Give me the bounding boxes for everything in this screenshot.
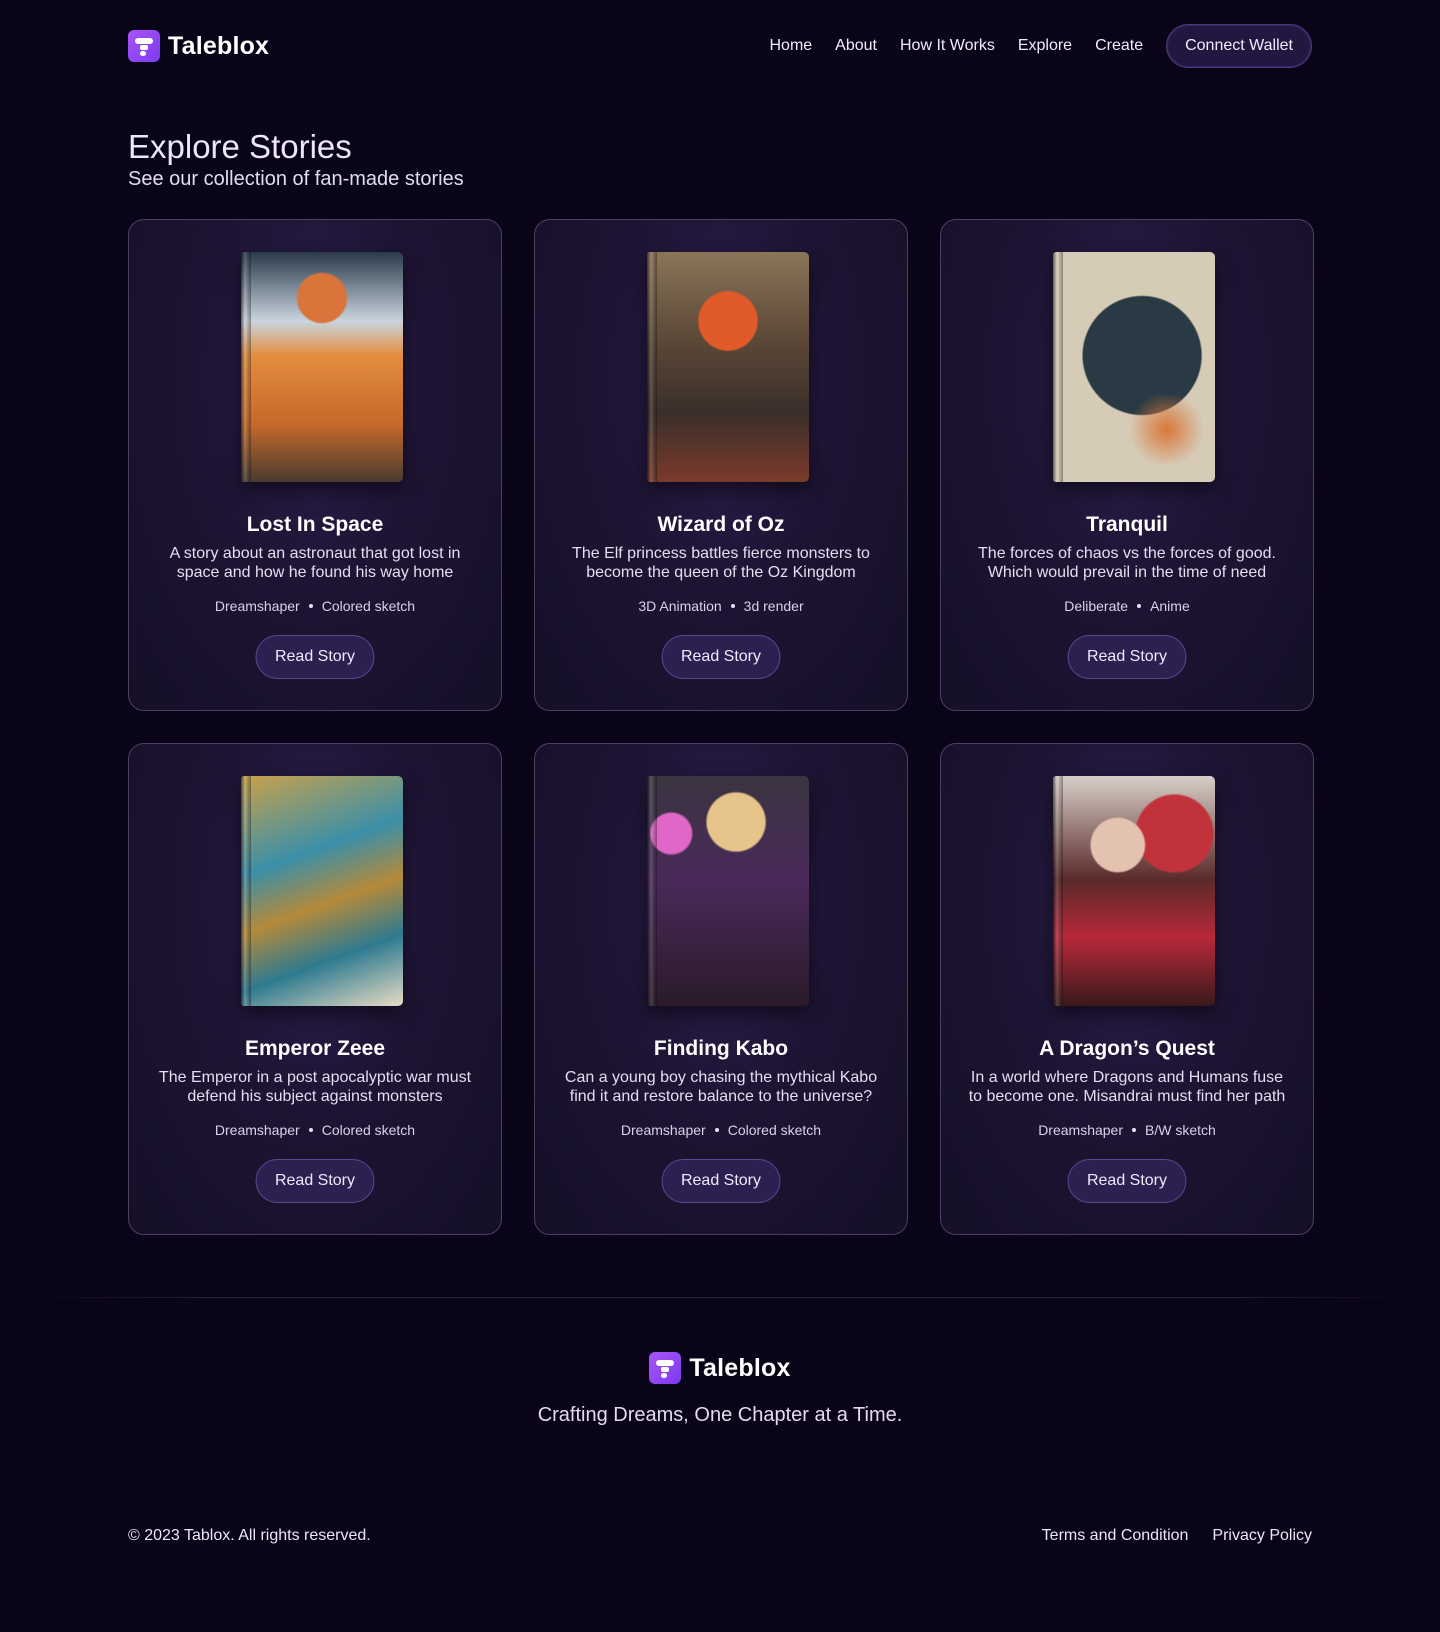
nav-link-create[interactable]: Create [1095,37,1143,55]
nav-link-home[interactable]: Home [769,37,812,55]
story-description: Can a young boy chasing the mythical Kab… [564,1069,878,1105]
story-title: A Dragon’s Quest [1039,1037,1215,1060]
tag-model: Deliberate [1064,598,1129,614]
tag-model: Dreamshaper [620,1122,706,1138]
connect-wallet-button[interactable]: Connect Wallet [1166,24,1312,68]
footer-tagline: Crafting Dreams, One Chapter at a Time. [537,1404,903,1426]
story-tags: Dreamshaper B/W sketch [941,1122,1313,1138]
footer-links: Terms and Condition Privacy Policy [1042,1527,1312,1545]
terms-link[interactable]: Terms and Condition [1042,1527,1189,1545]
story-tags: Dreamshaper Colored sketch [129,598,501,614]
footer-divider [24,1297,1416,1298]
privacy-policy-link[interactable]: Privacy Policy [1212,1527,1312,1545]
story-tags: Dreamshaper Colored sketch [129,1122,501,1138]
footer-brand[interactable]: Taleblox [0,1352,1440,1384]
read-story-button[interactable]: Read Story [255,635,375,679]
book-cover-image[interactable] [647,252,809,482]
nav-link-explore[interactable]: Explore [1018,37,1072,55]
story-card: A Dragon’s Quest In a world where Dragon… [940,743,1314,1235]
separator-dot-icon [308,1128,313,1132]
story-description: The Elf princess battles fierce monsters… [572,545,870,581]
taleblox-logo-icon [128,30,160,62]
nav-links: Home About How It Works Explore Create C… [769,24,1312,68]
brand-name: Taleblox [168,31,270,60]
story-description: The Emperor in a post apocalyptic war mu… [158,1069,472,1105]
brand-logo[interactable]: Taleblox [128,30,269,62]
story-description: The forces of chaos vs the forces of goo… [978,545,1276,581]
book-cover-image[interactable] [1053,776,1215,1006]
story-title: Lost In Space [246,513,384,536]
tag-model: Dreamshaper [214,598,300,614]
tag-style: Colored sketch [727,1122,822,1138]
story-title: Emperor Zeee [244,1037,386,1060]
story-card: Finding Kabo Can a young boy chasing the… [534,743,908,1235]
page-title: Explore Stories [128,128,352,165]
tag-style: 3d render [743,598,804,614]
tag-model: Dreamshaper [214,1122,300,1138]
read-story-button[interactable]: Read Story [661,635,781,679]
story-tags: Deliberate Anime [941,598,1313,614]
separator-dot-icon [1137,604,1142,608]
story-card: Lost In Space A story about an astronaut… [128,219,502,711]
read-story-button[interactable]: Read Story [255,1159,375,1203]
footer-brand-name: Taleblox [689,1353,791,1382]
story-title: Tranquil [1086,513,1168,536]
separator-dot-icon [714,1128,719,1132]
story-card: Tranquil The forces of chaos vs the forc… [940,219,1314,711]
tag-model: 3D Animation [638,598,722,614]
book-cover-image[interactable] [241,252,403,482]
read-story-button[interactable]: Read Story [661,1159,781,1203]
tag-model: Dreamshaper [1038,1122,1124,1138]
taleblox-logo-icon [649,1352,682,1384]
story-title: Finding Kabo [653,1037,789,1060]
story-tags: Dreamshaper Colored sketch [535,1122,907,1138]
tag-style: Colored sketch [321,598,416,614]
tag-style: Colored sketch [321,1122,416,1138]
story-title: Wizard of Oz [657,513,785,536]
read-story-button[interactable]: Read Story [1067,635,1187,679]
separator-dot-icon [730,604,735,608]
separator-dot-icon [1132,1128,1137,1132]
separator-dot-icon [308,604,313,608]
copyright-text: © 2023 Tablox. All rights reserved. [128,1527,371,1544]
tag-style: Anime [1150,598,1190,614]
page-subtitle: See our collection of fan-made stories [128,168,464,190]
story-card: Wizard of Oz The Elf princess battles fi… [534,219,908,711]
top-nav: Taleblox Home About How It Works Explore… [128,24,1312,68]
tag-style: B/W sketch [1145,1122,1216,1138]
nav-link-about[interactable]: About [835,37,877,55]
story-card: Emperor Zeee The Emperor in a post apoca… [128,743,502,1235]
nav-link-how-it-works[interactable]: How It Works [900,37,995,55]
page: Taleblox Home About How It Works Explore… [0,0,1440,1632]
story-tags: 3D Animation 3d render [535,598,907,614]
book-cover-image[interactable] [1053,252,1215,482]
story-description: In a world where Dragons and Humans fuse… [968,1069,1286,1105]
book-cover-image[interactable] [647,776,809,1006]
read-story-button[interactable]: Read Story [1067,1159,1187,1203]
story-description: A story about an astronaut that got lost… [169,545,461,581]
book-cover-image[interactable] [241,776,403,1006]
story-grid: Lost In Space A story about an astronaut… [128,219,1314,1235]
